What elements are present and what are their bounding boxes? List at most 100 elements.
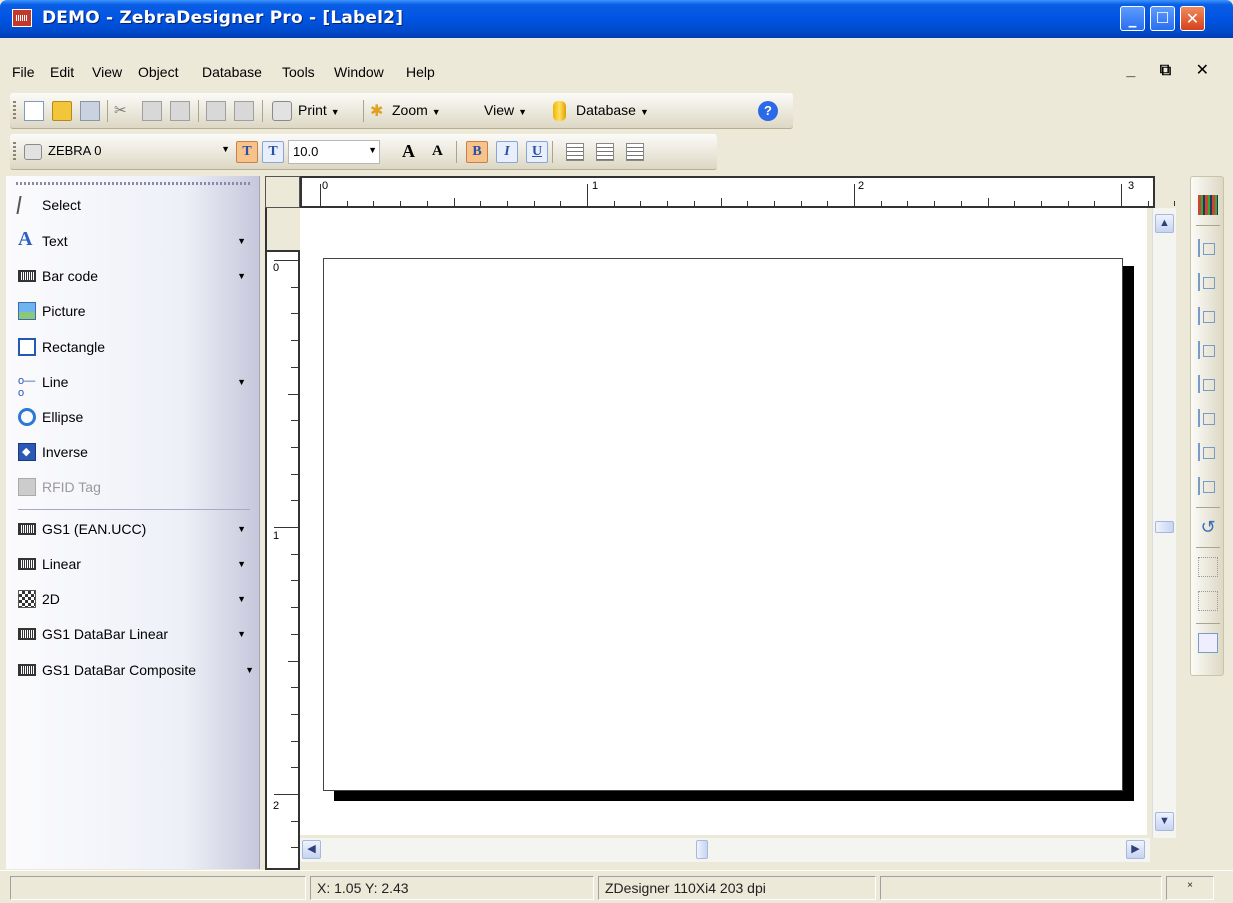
underline-icon[interactable]: U — [526, 141, 548, 163]
tool-picture[interactable]: Picture — [12, 296, 252, 326]
ruler-corner-button[interactable] — [265, 176, 300, 208]
menu-database[interactable]: Database — [202, 64, 262, 80]
chevron-down-icon[interactable]: ▼ — [245, 665, 254, 675]
object-list-icon[interactable] — [1198, 195, 1218, 215]
text-mode-icon[interactable]: T — [236, 141, 258, 163]
save-icon[interactable] — [80, 101, 100, 121]
tool-line[interactable]: Line ▼ — [12, 367, 252, 399]
barcode-group-2d[interactable]: 2D ▼ — [12, 584, 252, 614]
open-icon[interactable] — [52, 101, 72, 121]
2d-barcode-icon — [18, 590, 36, 608]
menu-object[interactable]: Object — [138, 64, 178, 80]
barcode-group-gs1-databar-composite[interactable]: GS1 DataBar Composite ▼ — [12, 655, 254, 685]
align-center-objects-icon[interactable] — [1198, 273, 1216, 291]
vertical-scrollbar[interactable]: ▲ ▼ — [1152, 208, 1176, 838]
printer-select[interactable]: ZEBRA 0 ▼ — [44, 140, 232, 164]
close-button[interactable]: ✕ — [1180, 6, 1205, 31]
ruler-tick — [587, 184, 588, 206]
tool-rectangle[interactable]: Rectangle — [12, 332, 252, 362]
ruler-tick — [800, 201, 802, 206]
alignment-toolbar: ↺ — [1190, 176, 1224, 676]
chevron-down-icon[interactable]: ▼ — [237, 629, 246, 639]
vertical-scroll-thumb[interactable] — [1155, 521, 1174, 533]
ruler-tick — [274, 527, 298, 528]
chevron-down-icon[interactable]: ▼ — [237, 377, 246, 387]
copy-icon[interactable] — [142, 101, 162, 121]
chevron-down-icon[interactable]: ▼ — [237, 559, 246, 569]
chevron-down-icon[interactable]: ▼ — [237, 271, 246, 281]
scroll-left-icon[interactable]: ◀ — [302, 840, 321, 859]
help-icon[interactable]: ? — [758, 101, 778, 121]
space-horizontal-icon[interactable] — [1198, 443, 1216, 461]
size-grip[interactable]: × — [1166, 876, 1214, 900]
scroll-down-icon[interactable]: ▼ — [1155, 812, 1174, 831]
align-left-icon[interactable] — [566, 143, 584, 161]
align-middle-objects-icon[interactable] — [1198, 375, 1216, 393]
horizontal-scrollbar[interactable]: ◀ ▶ — [300, 838, 1150, 862]
menu-help[interactable]: Help — [406, 64, 435, 80]
graphic-mode-icon[interactable]: T — [262, 141, 284, 163]
italic-icon[interactable]: I — [496, 141, 518, 163]
ruler-tick — [667, 201, 669, 206]
align-top-objects-icon[interactable] — [1198, 341, 1216, 359]
tool-barcode[interactable]: Bar code ▼ — [12, 261, 252, 291]
undo-icon[interactable] — [206, 101, 226, 121]
tool-inverse[interactable]: Inverse — [12, 437, 252, 467]
chevron-down-icon[interactable]: ▼ — [237, 524, 246, 534]
menu-window[interactable]: Window — [334, 64, 384, 80]
group-icon[interactable] — [1198, 557, 1218, 577]
scroll-right-icon[interactable]: ▶ — [1126, 840, 1145, 859]
align-right-objects-icon[interactable] — [1198, 307, 1216, 325]
menu-edit[interactable]: Edit — [50, 64, 74, 80]
label-page[interactable] — [323, 258, 1123, 791]
paste-icon[interactable] — [170, 101, 190, 121]
ruler-tick — [291, 847, 298, 849]
zoom-icon[interactable] — [370, 101, 390, 121]
tool-ellipse[interactable]: Ellipse — [12, 402, 252, 432]
toolbar-grip[interactable] — [13, 101, 16, 121]
horizontal-scroll-thumb[interactable] — [696, 840, 708, 859]
decrease-font-icon[interactable]: A — [432, 143, 443, 160]
barcode-group-gs1[interactable]: GS1 (EAN.UCC) ▼ — [12, 514, 252, 544]
view-button[interactable]: View ▼ — [484, 102, 527, 118]
mdi-window-controls[interactable]: _ ⧉ ✕ — [1126, 60, 1219, 80]
zoom-button[interactable]: Zoom ▼ — [392, 102, 441, 118]
barcode-group-gs1-databar-linear[interactable]: GS1 DataBar Linear ▼ — [12, 619, 252, 649]
menu-file[interactable]: File — [12, 64, 35, 80]
chevron-down-icon[interactable]: ▼ — [237, 236, 246, 246]
tool-text[interactable]: Text ▼ — [12, 226, 252, 256]
chevron-down-icon[interactable]: ▼ — [237, 594, 246, 604]
database-button[interactable]: Database ▼ — [576, 102, 649, 118]
ruler-tick — [987, 198, 989, 206]
minimize-button[interactable]: ▁ — [1120, 6, 1145, 31]
font-size-select[interactable]: 10.0 ▼ — [288, 140, 380, 164]
maximize-button[interactable]: ☐ — [1150, 6, 1175, 31]
menu-view[interactable]: View — [92, 64, 122, 80]
align-center-icon[interactable] — [596, 143, 614, 161]
cut-icon[interactable] — [114, 101, 134, 121]
bold-icon[interactable]: B — [466, 141, 488, 163]
scroll-up-icon[interactable]: ▲ — [1155, 214, 1174, 233]
redo-icon[interactable] — [234, 101, 254, 121]
toolbar-grip[interactable] — [13, 142, 16, 162]
ungroup-icon[interactable] — [1198, 591, 1218, 611]
object-properties-icon[interactable] — [1198, 633, 1218, 653]
align-bottom-objects-icon[interactable] — [1198, 409, 1216, 427]
printer-icon[interactable] — [272, 101, 292, 121]
barcode-group-linear[interactable]: Linear ▼ — [12, 549, 252, 579]
align-left-objects-icon[interactable] — [1198, 239, 1216, 257]
rotate-icon[interactable]: ↺ — [1198, 517, 1218, 537]
increase-font-icon[interactable]: A — [402, 141, 415, 162]
align-right-icon[interactable] — [626, 143, 644, 161]
tool-select[interactable]: Select — [12, 190, 252, 220]
print-button[interactable]: Print ▼ — [298, 102, 340, 118]
new-icon[interactable] — [24, 101, 44, 121]
space-vertical-icon[interactable] — [1198, 477, 1216, 495]
panel-grip[interactable] — [16, 182, 251, 185]
menu-tools[interactable]: Tools — [282, 64, 315, 80]
ruler-tick — [320, 184, 321, 206]
horizontal-ruler: 0 1 2 3 — [300, 176, 1176, 208]
database-icon[interactable] — [553, 101, 566, 121]
ruler-tick — [291, 340, 298, 342]
ruler-tick — [1147, 201, 1149, 206]
